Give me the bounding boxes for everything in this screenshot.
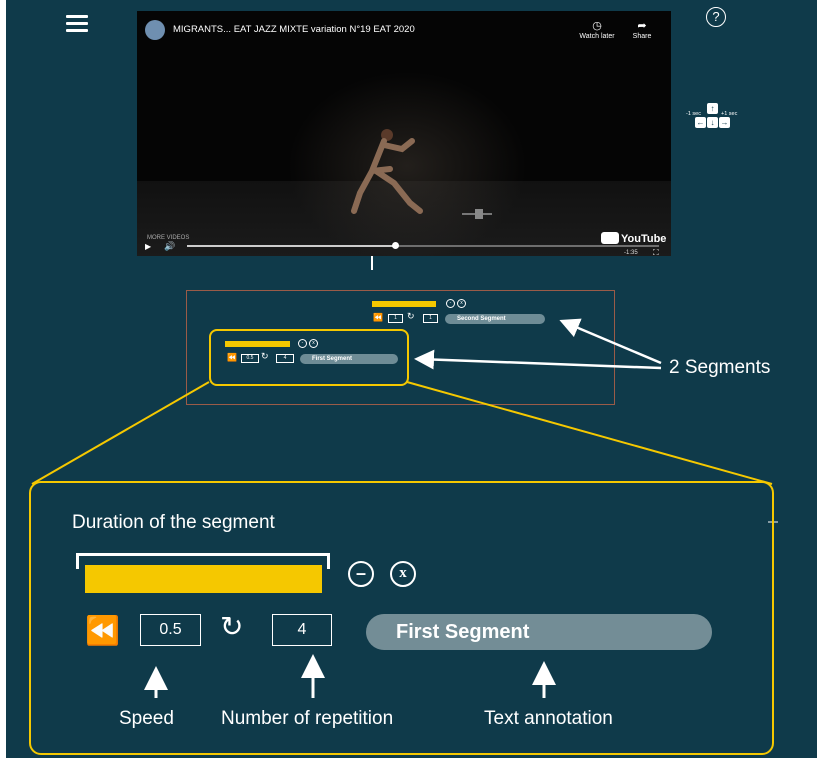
duration-title: Duration of the segment — [72, 512, 275, 533]
repetition-caption: Number of repetition — [221, 708, 394, 729]
annotation-caption: Text annotation — [484, 708, 613, 729]
speed-input[interactable]: 0.5 — [140, 614, 201, 646]
rewind-icon[interactable]: ⏪ — [85, 614, 120, 648]
segments-callout-label: 2 Segments — [669, 357, 771, 378]
repeat-icon: ↻ — [220, 611, 244, 642]
minus-button[interactable]: – — [348, 561, 374, 587]
duration-bracket — [76, 553, 330, 569]
repetition-input[interactable]: 4 — [272, 614, 332, 646]
duration-bar[interactable] — [85, 565, 322, 593]
close-button[interactable]: x — [390, 561, 416, 587]
app-canvas: ? MIGRANTS... EAT JAZZ MIXTE variation N… — [6, 0, 817, 758]
speed-caption: Speed — [119, 708, 174, 729]
annotation-input[interactable]: First Segment — [366, 614, 712, 650]
